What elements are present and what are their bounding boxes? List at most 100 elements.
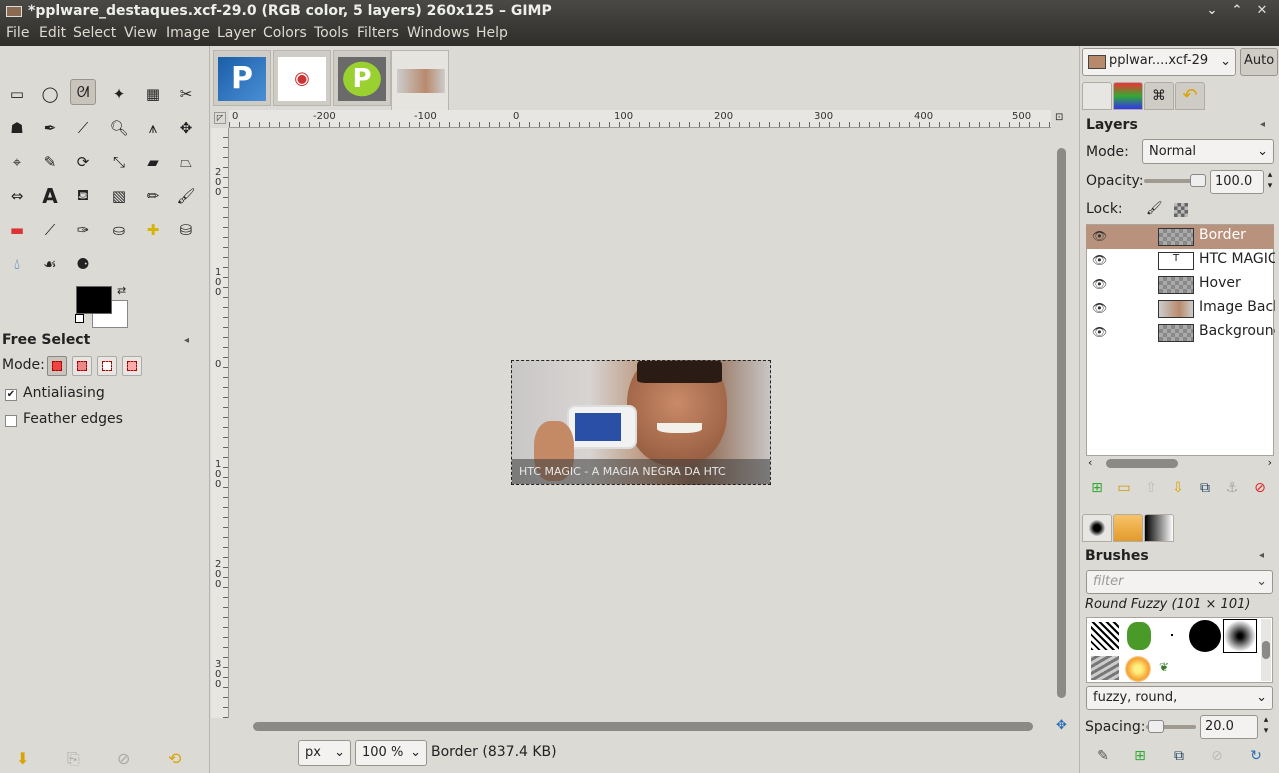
auto-button[interactable]: Auto [1240,48,1278,76]
image-tab-3[interactable]: P [333,50,391,106]
menu-file[interactable]: File [6,25,29,41]
paintbrush-icon[interactable]: 🖌︎ [173,183,199,209]
zoom-select[interactable]: 100 % ⌄ [355,740,427,766]
menu-colors[interactable]: Colors [263,25,307,41]
new-layer-group-icon[interactable]: ▭ [1114,478,1134,498]
default-colors-icon[interactable] [75,314,84,323]
zoom-fit-icon[interactable]: ⊡ [1055,112,1067,124]
move-icon[interactable]: ✥ [173,115,199,141]
duplicate-layer-icon[interactable]: ⧉ [1195,478,1215,498]
opacity-spin-icon[interactable]: ▴ ▾ [1264,170,1276,194]
brush-hard-round-icon[interactable] [1189,620,1221,652]
brush-pepper-icon[interactable] [1127,622,1151,650]
tab-paths-icon[interactable]: ⌘ [1144,82,1174,110]
navigate-icon[interactable]: ✥ [1056,718,1067,733]
color-select-icon[interactable]: ▦ [140,81,166,107]
text-tool-icon[interactable]: A [37,183,63,209]
bucket-fill-icon[interactable]: ⛾ [70,183,96,209]
menu-help[interactable]: Help [476,25,508,41]
eye-icon[interactable]: 👁︎ [1092,229,1107,243]
duplicate-brush-icon[interactable]: ⧉ [1169,746,1189,766]
brush-sparks-icon[interactable] [1125,656,1151,682]
brush-fuzzy-round-icon[interactable] [1223,619,1257,653]
layers-hscrollbar[interactable]: ‹ › [1086,456,1274,472]
quickmask-corner-icon[interactable]: ◸ [214,112,226,124]
blur-icon[interactable]: 💧︎ [4,251,30,277]
layer-row-background[interactable]: 👁︎ Background [1086,321,1275,345]
eye-icon[interactable]: 👁︎ [1092,301,1107,315]
eye-icon[interactable]: 👁︎ [1092,325,1107,339]
menu-windows[interactable]: Windows [407,25,470,41]
brush-pixel-icon[interactable] [1171,634,1173,636]
crop-icon[interactable]: ✎ [37,149,63,175]
image-selector[interactable]: pplwar....xcf-29 ⌄ [1082,48,1236,76]
maximize-icon[interactable]: ⌃ [1227,2,1247,20]
tab-brushes-icon[interactable] [1082,514,1112,542]
zoom-icon[interactable]: 🔍︎ [106,115,132,141]
tab-undo-icon[interactable]: ↶ [1175,82,1205,110]
lower-layer-icon[interactable]: ⇩ [1168,478,1188,498]
opacity-input[interactable]: 100.0 [1210,170,1264,194]
shear-icon[interactable]: ▰ [140,149,166,175]
spacing-input[interactable]: 20.0 [1200,715,1258,739]
panel-menu-icon[interactable]: ◂ [184,335,189,346]
delete-brush-icon[interactable]: ⊘ [1207,746,1227,766]
mode-add-button[interactable] [72,356,92,376]
delete-layer-icon[interactable]: ⊘ [1250,478,1270,498]
mode-replace-button[interactable] [47,356,67,376]
menu-filters[interactable]: Filters [357,25,399,41]
menu-tools[interactable]: Tools [314,25,349,41]
brush-texture-icon[interactable] [1091,656,1119,680]
new-brush-icon[interactable]: ⊞ [1130,746,1150,766]
paths-icon[interactable]: ✒ [37,115,63,141]
close-icon[interactable]: ✕ [1252,2,1272,20]
align-icon[interactable]: ⌖ [4,149,30,175]
antialiasing-checkbox[interactable]: ✔ [5,389,17,401]
brush-filter-input[interactable]: filter ⌄ [1086,570,1273,594]
measure-icon[interactable]: ⩚ [140,115,166,141]
gradient-icon[interactable]: ▧ [106,183,132,209]
mode-intersect-button[interactable] [122,356,142,376]
new-layer-icon[interactable]: ⊞ [1087,478,1107,498]
tab-channels-icon[interactable] [1113,82,1143,110]
eye-icon[interactable]: 👁︎ [1092,253,1107,267]
horizontal-scrollbar[interactable] [229,718,1051,735]
image-tab-1[interactable]: P [213,50,271,106]
brush-grid-scrollbar[interactable] [1261,619,1271,681]
brush-tags-input[interactable]: fuzzy, round, ⌄ [1086,686,1273,710]
perspective-icon[interactable]: ⏢ [173,149,199,175]
tab-gradients-icon[interactable] [1144,514,1174,542]
anchor-layer-icon[interactable]: ⚓︎ [1222,478,1242,498]
ink-icon[interactable]: ✑ [70,217,96,243]
brush-vine-icon[interactable]: ❦ [1159,660,1183,674]
image-tab-4-active[interactable] [391,50,449,110]
scale-icon[interactable]: ⤡ [106,149,132,175]
heal-icon[interactable]: ✚ [140,217,166,243]
layer-mode-select[interactable]: Normal ⌄ [1142,139,1274,164]
panel-menu-icon[interactable]: ◂ [1259,550,1264,561]
raise-layer-icon[interactable]: ⇧ [1141,478,1161,498]
swap-colors-icon[interactable]: ⇄ [117,284,126,297]
smudge-icon[interactable]: ☙ [37,251,63,277]
tab-layers-icon[interactable] [1082,82,1112,110]
ellipse-select-icon[interactable]: ◯ [37,81,63,107]
scissors-icon[interactable]: ✂ [173,81,199,107]
airbrush-icon[interactable]: ⟋ [37,217,63,243]
spacing-spin-icon[interactable]: ▴ ▾ [1260,715,1272,739]
feather-checkbox[interactable] [5,415,17,427]
spacing-slider[interactable] [1146,720,1196,733]
menu-select[interactable]: Select [73,25,116,41]
unit-select[interactable]: px ⌄ [298,740,351,766]
fuzzy-select-icon[interactable]: ✦ [106,81,132,107]
eye-icon[interactable]: 👁︎ [1092,277,1107,291]
reset-options-icon[interactable]: ⟲ [168,749,181,768]
save-options-icon[interactable]: ⬇ [16,749,29,768]
perspective-clone-icon[interactable]: ⛁ [173,217,199,243]
refresh-brushes-icon[interactable]: ↻ [1246,746,1266,766]
tab-patterns-icon[interactable] [1113,514,1143,542]
menu-view[interactable]: View [124,25,157,41]
image-canvas[interactable]: HTC MAGIC - A MAGIA NEGRA DA HTC [511,360,771,485]
menu-layer[interactable]: Layer [217,25,256,41]
menu-image[interactable]: Image [166,25,210,41]
rotate-icon[interactable]: ⟳ [70,149,96,175]
